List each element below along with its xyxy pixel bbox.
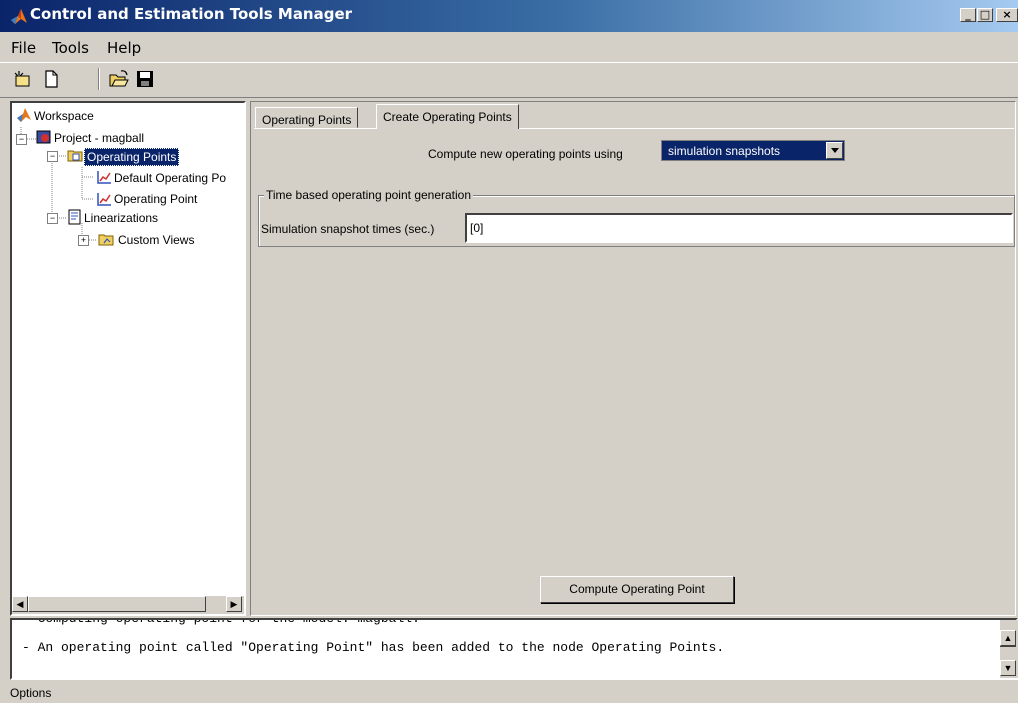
operating-point-icon xyxy=(97,193,111,206)
scroll-up-icon[interactable]: ▲ xyxy=(1000,630,1016,646)
open-folder-icon[interactable] xyxy=(108,68,130,90)
snapshot-times-input[interactable]: [0] xyxy=(465,213,1013,243)
tab-create-operating-points[interactable]: Create Operating Points xyxy=(376,104,519,129)
project-tree[interactable]: Workspace − Project - magball − Operatin… xyxy=(10,101,246,616)
menu-file[interactable]: File xyxy=(11,39,36,57)
status-bar-text: Options xyxy=(10,686,52,700)
close-button[interactable]: × xyxy=(996,8,1018,22)
tree-item-project[interactable]: Project - magball xyxy=(54,131,144,145)
menu-tools[interactable]: Tools xyxy=(52,39,89,57)
scroll-down-icon[interactable]: ▼ xyxy=(1000,660,1016,676)
tree-item-workspace[interactable]: Workspace xyxy=(34,109,94,123)
new-file-icon[interactable] xyxy=(40,68,62,90)
collapse-toggle-icon[interactable]: − xyxy=(47,213,58,224)
menu-help[interactable]: Help xyxy=(107,39,141,57)
linearizations-icon xyxy=(68,209,81,225)
tree-item-default-operating-point[interactable]: Default Operating Po xyxy=(114,171,226,185)
dropdown-value: simulation snapshots xyxy=(668,144,781,158)
snapshot-times-label: Simulation snapshot times (sec.) xyxy=(261,222,435,236)
compute-operating-point-button[interactable]: Compute Operating Point xyxy=(540,576,734,603)
scroll-right-icon[interactable]: ▶ xyxy=(226,596,242,612)
scroll-left-icon[interactable]: ◀ xyxy=(12,596,28,612)
tree-item-linearizations[interactable]: Linearizations xyxy=(84,211,158,225)
collapse-toggle-icon[interactable]: − xyxy=(47,151,58,162)
log-line: - Computing operating point for the mode… xyxy=(22,618,420,626)
menu-bar xyxy=(0,32,1018,62)
tree-item-operating-point[interactable]: Operating Point xyxy=(114,192,197,206)
maximize-button[interactable]: □ xyxy=(977,8,993,22)
minimize-button[interactable]: _ xyxy=(960,8,976,22)
expand-toggle-icon[interactable]: + xyxy=(78,235,89,246)
dropdown-arrow-button[interactable] xyxy=(826,142,843,159)
new-task-icon[interactable] xyxy=(12,68,34,90)
compute-using-label: Compute new operating points using xyxy=(428,147,623,161)
window-title: Control and Estimation Tools Manager xyxy=(30,5,353,23)
log-vertical-scrollbar[interactable]: ▲ ▼ xyxy=(1000,620,1018,678)
title-bar: Control and Estimation Tools Manager _ □… xyxy=(0,0,1018,32)
operating-point-icon xyxy=(97,171,111,184)
folder-icon xyxy=(67,150,83,162)
project-icon xyxy=(36,130,51,144)
folder-icon xyxy=(98,234,114,246)
workspace-icon xyxy=(17,108,31,122)
log-area[interactable]: - Computing operating point for the mode… xyxy=(10,618,1018,680)
save-icon[interactable] xyxy=(134,68,156,90)
toolbar-separator xyxy=(98,68,100,90)
group-title: Time based operating point generation xyxy=(264,188,474,202)
tab-operating-points[interactable]: Operating Points xyxy=(255,107,359,128)
tree-item-custom-views[interactable]: Custom Views xyxy=(118,233,194,247)
chevron-down-icon xyxy=(831,148,839,153)
collapse-toggle-icon[interactable]: − xyxy=(16,134,27,145)
matlab-logo-icon xyxy=(11,9,27,24)
tree-item-operating-points[interactable]: Operating Points xyxy=(84,148,180,166)
scroll-thumb[interactable] xyxy=(28,596,206,612)
compute-method-dropdown[interactable]: simulation snapshots xyxy=(661,140,845,161)
scroll-thumb[interactable] xyxy=(1000,646,1016,653)
tree-horizontal-scrollbar[interactable]: ◀ ▶ xyxy=(12,596,244,614)
log-line: - An operating point called "Operating P… xyxy=(22,640,725,655)
